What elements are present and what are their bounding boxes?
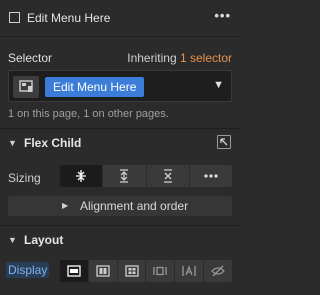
sizing-label: Sizing [8, 171, 41, 185]
element-title: Edit Menu Here [27, 11, 111, 25]
inline-icon [182, 265, 196, 276]
expand-triangle-icon: ▶ [62, 201, 69, 210]
display-inline-block-button[interactable] [145, 260, 175, 282]
sizing-segmented-control [60, 165, 232, 187]
display-grid-button[interactable] [116, 260, 146, 282]
selector-field[interactable]: Edit Menu Here ▼ [8, 70, 232, 102]
sizing-none-button[interactable] [145, 165, 189, 187]
display-flex-button[interactable] [87, 260, 117, 282]
layout-section-header[interactable]: ▼ Layout [0, 225, 240, 253]
alignment-order-toggle[interactable]: ▶ Alignment and order [8, 196, 232, 216]
selector-state-icon [19, 80, 33, 92]
expand-corner-icon[interactable] [217, 135, 231, 149]
selector-label: Selector [8, 51, 53, 65]
flex-icon [96, 265, 110, 277]
alignment-order-label: Alignment and order [80, 199, 189, 213]
grid-icon [124, 265, 139, 277]
selector-dropdown-icon[interactable]: ▼ [213, 79, 224, 91]
display-none-button[interactable] [203, 260, 232, 282]
selector-usage-info: 1 on this page, 1 on other pages. [8, 108, 169, 120]
element-header: Edit Menu Here ••• [0, 0, 240, 37]
flex-child-title: Flex Child [24, 136, 82, 150]
more-icon [204, 174, 218, 178]
selector-chip[interactable]: Edit Menu Here [45, 77, 145, 97]
grow-icon [120, 169, 129, 183]
display-block-button[interactable] [60, 260, 88, 282]
collapse-caret-icon: ▼ [8, 235, 17, 245]
block-icon [67, 265, 81, 277]
selector-state-button[interactable] [13, 76, 39, 98]
inheriting-text: Inheriting [127, 51, 177, 65]
none-hidden-icon [211, 265, 225, 277]
collapse-caret-icon: ▼ [8, 138, 17, 148]
element-square-icon [9, 12, 20, 23]
sizing-shrink-button[interactable] [60, 165, 103, 187]
inheriting-count-link[interactable]: 1 selector [180, 51, 232, 65]
inline-block-icon [153, 266, 168, 276]
sizing-grow-button[interactable] [102, 165, 146, 187]
layout-title: Layout [24, 233, 64, 247]
display-label[interactable]: Display [6, 262, 50, 278]
more-options-button[interactable]: ••• [214, 8, 231, 23]
display-inline-button[interactable] [174, 260, 204, 282]
flex-child-section-header[interactable]: ▼ Flex Child [0, 128, 240, 156]
display-segmented-control [60, 260, 232, 282]
inheriting-info: Inheriting 1 selector [127, 51, 232, 65]
sizing-more-button[interactable] [188, 165, 232, 187]
none-icon [163, 169, 172, 183]
shrink-icon [76, 170, 87, 182]
style-panel: Edit Menu Here ••• Selector Inheriting 1… [0, 0, 240, 295]
